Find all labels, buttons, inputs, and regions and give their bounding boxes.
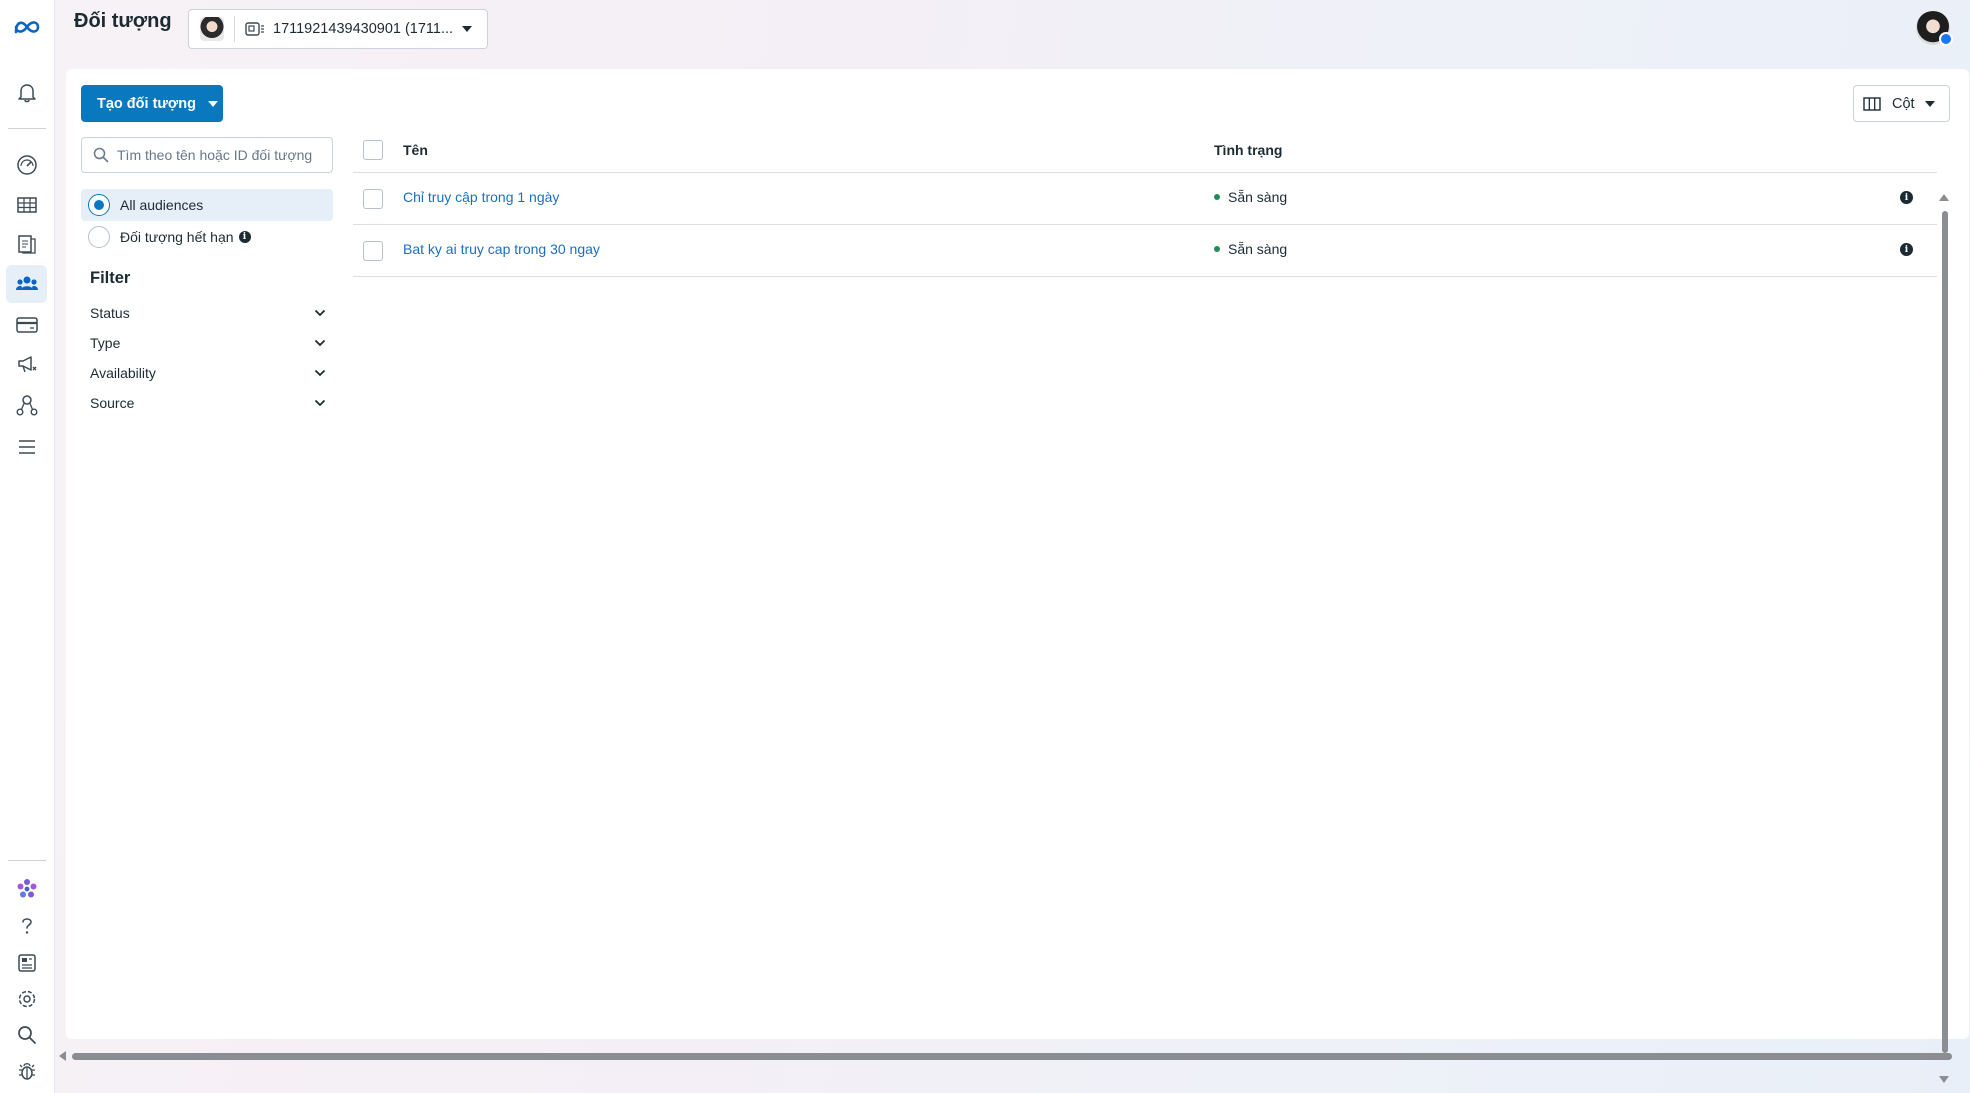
view-all-audiences-label: All audiences bbox=[120, 197, 204, 213]
ad-account-selector[interactable]: 1711921439430901 (1711... bbox=[188, 9, 488, 49]
info-icon[interactable]: i bbox=[1900, 191, 1913, 204]
account-id-label: 1711921439430901 (1711... bbox=[273, 21, 454, 37]
column-header-status[interactable]: Tình trạng bbox=[1214, 142, 1282, 158]
columns-label: Cột bbox=[1892, 95, 1915, 112]
chevron-down-icon bbox=[314, 399, 326, 407]
view-expired-audiences-label: Đối tượng hết hạn bbox=[120, 229, 234, 245]
left-navigation bbox=[0, 0, 55, 1093]
filter-title: Filter bbox=[90, 269, 131, 287]
create-audience-label: Tạo đối tượng bbox=[97, 95, 196, 112]
meta-logo-icon[interactable] bbox=[6, 8, 47, 46]
chevron-down-icon bbox=[461, 25, 473, 33]
filter-availability-label: Availability bbox=[90, 365, 156, 381]
chevron-down-icon bbox=[314, 369, 326, 377]
search-icon[interactable] bbox=[6, 1016, 47, 1054]
pages-icon[interactable] bbox=[6, 225, 47, 263]
view-expired-audiences[interactable]: Đối tượng hết hạn i bbox=[81, 221, 333, 253]
top-bar: Đối tượng 1711921439430901 (1711... bbox=[55, 0, 1970, 66]
account-avatar bbox=[200, 17, 224, 41]
status-ready-dot bbox=[1214, 194, 1220, 200]
flower-icon[interactable] bbox=[6, 870, 47, 908]
chevron-down-icon bbox=[207, 100, 219, 108]
table-row[interactable]: Bat ky ai truy cap trong 30 ngay Sẵn sàn… bbox=[353, 225, 1937, 277]
billing-card-icon[interactable] bbox=[6, 306, 47, 344]
dashboard-icon[interactable] bbox=[6, 146, 47, 184]
nav-divider-bottom bbox=[8, 860, 46, 861]
audiences-icon[interactable] bbox=[6, 265, 47, 303]
table-icon[interactable] bbox=[6, 186, 47, 224]
search-icon bbox=[93, 147, 109, 163]
create-audience-button[interactable]: Tạo đối tượng bbox=[81, 85, 223, 122]
chevron-down-icon bbox=[314, 309, 326, 317]
news-icon[interactable] bbox=[6, 944, 47, 982]
filter-status-label: Status bbox=[90, 305, 130, 321]
megaphone-icon[interactable] bbox=[6, 345, 47, 383]
filter-availability[interactable]: Availability bbox=[90, 362, 326, 384]
ad-account-icon bbox=[245, 21, 265, 37]
status-ready-dot bbox=[1214, 246, 1220, 252]
audience-name-link[interactable]: Bat ky ai truy cap trong 30 ngay bbox=[403, 241, 600, 257]
chevron-down-icon bbox=[314, 339, 326, 347]
hierarchy-icon[interactable] bbox=[6, 386, 47, 424]
scroll-up-arrow-icon[interactable] bbox=[1939, 193, 1949, 201]
status-cell: Sẵn sàng bbox=[1214, 189, 1287, 205]
settings-gear-icon[interactable] bbox=[6, 980, 47, 1018]
info-icon[interactable]: i bbox=[238, 231, 251, 243]
select-all-checkbox[interactable] bbox=[363, 140, 383, 160]
scroll-left-arrow-icon[interactable] bbox=[58, 1051, 66, 1061]
table-row[interactable]: Chỉ truy cập trong 1 ngày Sẵn sàng i bbox=[353, 173, 1937, 225]
status-label: Sẵn sàng bbox=[1228, 241, 1288, 257]
bug-icon[interactable] bbox=[6, 1052, 47, 1090]
audience-search-box[interactable] bbox=[81, 137, 333, 173]
filter-source[interactable]: Source bbox=[90, 392, 326, 414]
view-all-audiences[interactable]: All audiences bbox=[81, 189, 333, 221]
audience-search-input[interactable] bbox=[117, 147, 317, 163]
status-cell: Sẵn sàng bbox=[1214, 241, 1287, 257]
filter-source-label: Source bbox=[90, 395, 135, 411]
table-header: Tên Tình trạng bbox=[353, 127, 1937, 173]
bell-icon[interactable] bbox=[6, 73, 47, 111]
row-checkbox[interactable] bbox=[363, 189, 383, 209]
column-header-name[interactable]: Tên bbox=[403, 142, 428, 158]
filter-type-label: Type bbox=[90, 335, 121, 351]
main-panel: Tạo đối tượng Cột All audiences Đối tượn… bbox=[66, 69, 1969, 1083]
facebook-badge-icon bbox=[1939, 32, 1953, 46]
chevron-down-icon bbox=[1924, 100, 1936, 108]
page-title: Đối tượng bbox=[74, 10, 172, 32]
menu-icon[interactable] bbox=[6, 428, 47, 466]
nav-divider bbox=[8, 128, 46, 129]
horizontal-scrollbar-thumb[interactable] bbox=[72, 1053, 1952, 1060]
radio-all-audiences[interactable] bbox=[88, 194, 110, 216]
filter-status[interactable]: Status bbox=[90, 302, 326, 324]
scroll-down-arrow-icon[interactable] bbox=[1939, 1076, 1949, 1084]
horizontal-scrollbar[interactable] bbox=[58, 1049, 1963, 1063]
account-divider bbox=[234, 16, 235, 42]
vertical-scrollbar-thumb[interactable] bbox=[1942, 211, 1948, 1053]
help-icon[interactable] bbox=[6, 907, 47, 945]
status-label: Sẵn sàng bbox=[1228, 189, 1288, 205]
columns-button[interactable]: Cột bbox=[1853, 85, 1950, 122]
audience-name-link[interactable]: Chỉ truy cập trong 1 ngày bbox=[403, 189, 559, 205]
row-checkbox[interactable] bbox=[363, 241, 383, 261]
filter-type[interactable]: Type bbox=[90, 332, 326, 354]
vertical-scrollbar[interactable] bbox=[1941, 211, 1949, 1053]
info-icon[interactable]: i bbox=[1900, 243, 1913, 256]
radio-expired-audiences[interactable] bbox=[88, 226, 110, 248]
columns-icon bbox=[1863, 96, 1881, 112]
